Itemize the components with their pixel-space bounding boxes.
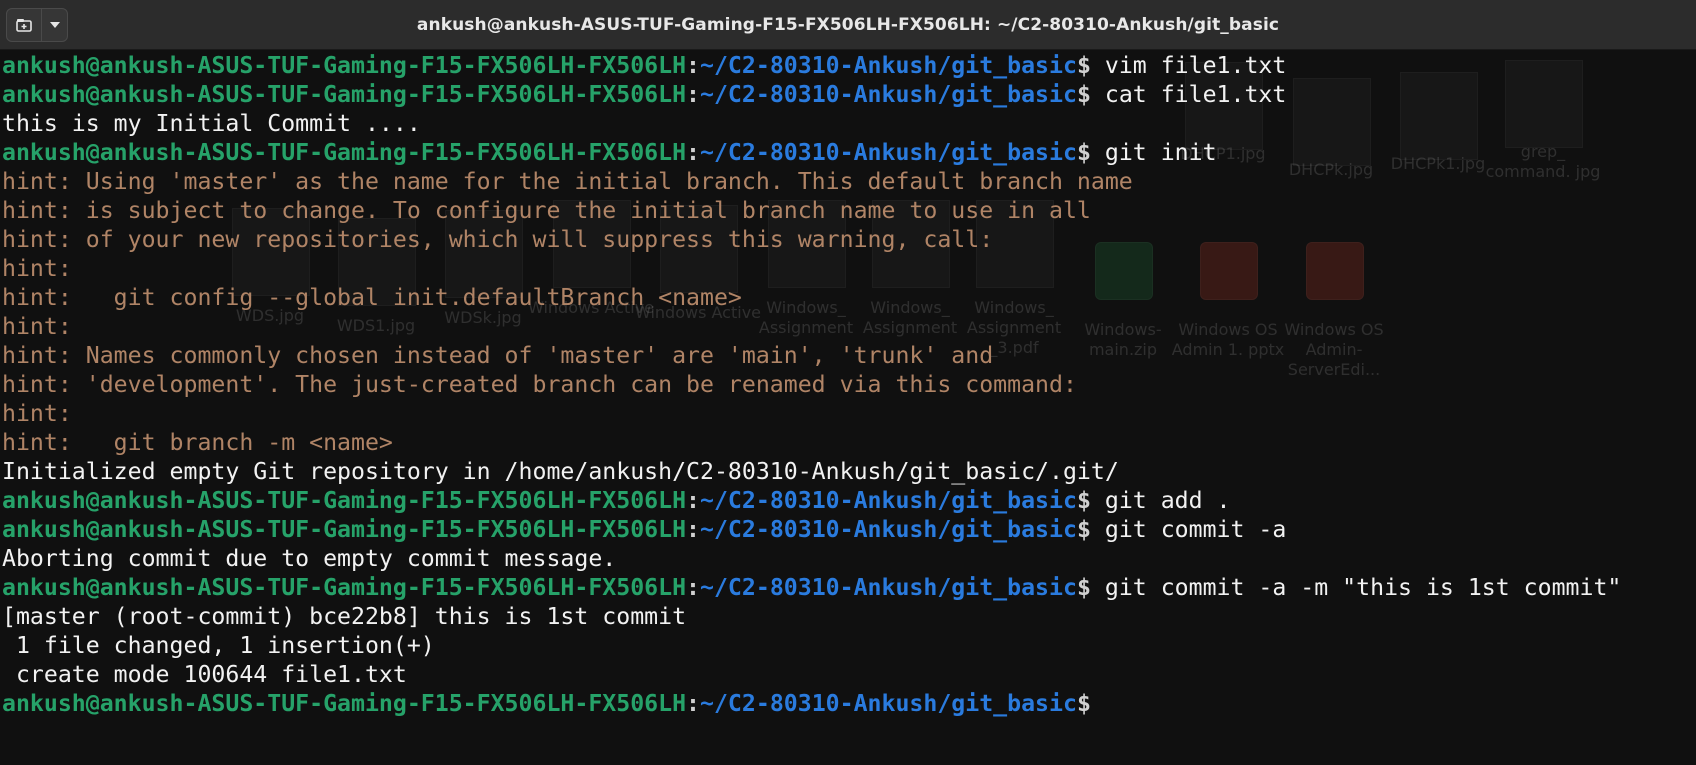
window-title: ankush@ankush-ASUS-TUF-Gaming-F15-FX506L… — [416, 15, 1280, 35]
terminal-cursor — [1091, 690, 1105, 716]
prompt-symbol: $ — [1076, 574, 1091, 601]
output-text: Aborting commit due to empty commit mess… — [2, 545, 617, 572]
prompt-separator: : — [686, 52, 701, 79]
terminal-line: hint: is subject to change. To configure… — [2, 196, 1696, 225]
terminal-line: hint: of your new repositories, which wi… — [2, 225, 1696, 254]
hint-text: hint: of your new repositories, which wi… — [2, 226, 994, 253]
prompt-symbol: $ — [1076, 487, 1091, 514]
hint-text: hint: — [2, 400, 72, 427]
output-text: [master (root-commit) bce22b8] this is 1… — [2, 603, 687, 630]
terminal-line: hint: git branch -m <name> — [2, 428, 1696, 457]
hint-text: hint: 'development'. The just-created br… — [2, 371, 1077, 398]
terminal-output[interactable]: ankush@ankush-ASUS-TUF-Gaming-F15-FX506L… — [2, 51, 1696, 765]
prompt-path: ~/C2-80310-Ankush/git_basic — [700, 81, 1077, 108]
prompt-user: ankush@ankush-ASUS-TUF-Gaming-F15-FX506L… — [2, 81, 687, 108]
terminal-line: hint: — [2, 399, 1696, 428]
hint-text: hint: — [2, 313, 72, 340]
command-text: git commit -a — [1090, 516, 1287, 543]
terminal-line: create mode 100644 file1.txt — [2, 660, 1696, 689]
prompt-symbol: $ — [1076, 690, 1091, 717]
prompt-separator: : — [686, 574, 701, 601]
terminal-line: [master (root-commit) bce22b8] this is 1… — [2, 602, 1696, 631]
prompt-symbol: $ — [1076, 139, 1091, 166]
prompt-user: ankush@ankush-ASUS-TUF-Gaming-F15-FX506L… — [2, 516, 687, 543]
terminal-line: ankush@ankush-ASUS-TUF-Gaming-F15-FX506L… — [2, 689, 1696, 718]
command-text: cat file1.txt — [1090, 81, 1287, 108]
terminal-line: hint: Using 'master' as the name for the… — [2, 167, 1696, 196]
terminal-line: ankush@ankush-ASUS-TUF-Gaming-F15-FX506L… — [2, 80, 1696, 109]
hint-text: hint: is subject to change. To configure… — [2, 197, 1091, 224]
prompt-user: ankush@ankush-ASUS-TUF-Gaming-F15-FX506L… — [2, 574, 687, 601]
prompt-path: ~/C2-80310-Ankush/git_basic — [700, 516, 1077, 543]
hint-text: hint: git branch -m <name> — [2, 429, 393, 456]
command-text: vim file1.txt — [1090, 52, 1287, 79]
terminal-line: this is my Initial Commit .... — [2, 109, 1696, 138]
terminal-line: ankush@ankush-ASUS-TUF-Gaming-F15-FX506L… — [2, 138, 1696, 167]
output-text: Initialized empty Git repository in /hom… — [2, 458, 1119, 485]
output-text: this is my Initial Commit .... — [2, 110, 421, 137]
terminal-line: Aborting commit due to empty commit mess… — [2, 544, 1696, 573]
prompt-path: ~/C2-80310-Ankush/git_basic — [700, 139, 1077, 166]
prompt-separator: : — [686, 690, 701, 717]
command-text: git init — [1090, 139, 1217, 166]
terminal-line: ankush@ankush-ASUS-TUF-Gaming-F15-FX506L… — [2, 486, 1696, 515]
command-text: git add . — [1090, 487, 1231, 514]
prompt-user: ankush@ankush-ASUS-TUF-Gaming-F15-FX506L… — [2, 690, 687, 717]
terminal-line: hint: 'development'. The just-created br… — [2, 370, 1696, 399]
prompt-path: ~/C2-80310-Ankush/git_basic — [700, 52, 1077, 79]
terminal-line: hint: — [2, 312, 1696, 341]
prompt-symbol: $ — [1076, 516, 1091, 543]
prompt-user: ankush@ankush-ASUS-TUF-Gaming-F15-FX506L… — [2, 139, 687, 166]
terminal-line: 1 file changed, 1 insertion(+) — [2, 631, 1696, 660]
hint-text: hint: git config --global init.defaultBr… — [2, 284, 742, 311]
terminal-line: ankush@ankush-ASUS-TUF-Gaming-F15-FX506L… — [2, 573, 1696, 602]
prompt-path: ~/C2-80310-Ankush/git_basic — [700, 487, 1077, 514]
prompt-symbol: $ — [1076, 81, 1091, 108]
prompt-user: ankush@ankush-ASUS-TUF-Gaming-F15-FX506L… — [2, 52, 687, 79]
terminal-line: hint: git config --global init.defaultBr… — [2, 283, 1696, 312]
terminal-line: ankush@ankush-ASUS-TUF-Gaming-F15-FX506L… — [2, 515, 1696, 544]
terminal-line: Initialized empty Git repository in /hom… — [2, 457, 1696, 486]
command-text: git commit -a -m "this is 1st commit" — [1090, 574, 1622, 601]
prompt-separator: : — [686, 139, 701, 166]
prompt-path: ~/C2-80310-Ankush/git_basic — [700, 574, 1077, 601]
title-bar: ankush@ankush-ASUS-TUF-Gaming-F15-FX506L… — [0, 0, 1696, 50]
prompt-separator: : — [686, 81, 701, 108]
output-text: create mode 100644 file1.txt — [2, 661, 407, 688]
hint-text: hint: Names commonly chosen instead of '… — [2, 342, 994, 369]
terminal-line: ankush@ankush-ASUS-TUF-Gaming-F15-FX506L… — [2, 51, 1696, 80]
prompt-path: ~/C2-80310-Ankush/git_basic — [700, 690, 1077, 717]
prompt-user: ankush@ankush-ASUS-TUF-Gaming-F15-FX506L… — [2, 487, 687, 514]
prompt-separator: : — [686, 487, 701, 514]
prompt-symbol: $ — [1076, 52, 1091, 79]
terminal-line: hint: Names commonly chosen instead of '… — [2, 341, 1696, 370]
output-text: 1 file changed, 1 insertion(+) — [2, 632, 435, 659]
hint-text: hint: Using 'master' as the name for the… — [2, 168, 1133, 195]
terminal-line: hint: — [2, 254, 1696, 283]
prompt-separator: : — [686, 516, 701, 543]
hint-text: hint: — [2, 255, 72, 282]
